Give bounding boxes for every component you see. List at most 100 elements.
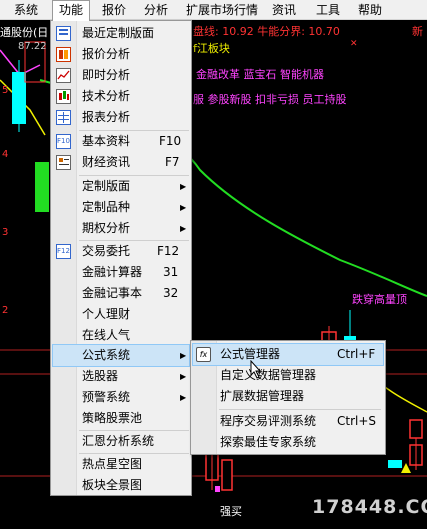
candle-cyan — [388, 460, 402, 468]
menu-item-label: 程序交易评测系统 — [220, 414, 317, 428]
fx-icon: fx — [196, 347, 211, 362]
menu-item-label: 探索最佳专家系统 — [220, 435, 317, 449]
menu-item-huien-analysis[interactable]: 汇恩分析系统 — [53, 431, 189, 452]
menu-item-finance-calculator[interactable]: 金融计算器 31 — [53, 262, 189, 283]
menu-item-realtime-analysis[interactable]: 即时分析 — [53, 65, 189, 86]
mouse-cursor-icon — [250, 360, 262, 379]
menu-item-shortcut: F7 — [165, 155, 180, 169]
menu-item-label: 报表分析 — [82, 110, 131, 124]
menu-item-technical-analysis[interactable]: 技术分析 — [53, 86, 189, 107]
menu-item-quote-analysis[interactable]: 报价分析 — [53, 44, 189, 65]
menu-item-label: 报价分析 — [82, 47, 131, 61]
menu-help[interactable]: 帮助 — [358, 0, 382, 20]
axis-tick-label: 4 — [2, 149, 9, 160]
sector-label: f江板块 — [193, 42, 230, 55]
menu-system[interactable]: 系统 — [14, 0, 38, 20]
close-icon[interactable]: ✕ — [350, 38, 358, 51]
menu-item-label: 基本资料 — [82, 134, 131, 148]
menu-info[interactable]: 资讯 — [272, 0, 296, 20]
menu-analysis[interactable]: 分析 — [144, 0, 168, 20]
menu-item-label: 财经资讯 — [82, 155, 131, 169]
side-mark: 新 — [412, 25, 423, 38]
menu-item-shortcut: F10 — [159, 134, 182, 148]
submenu-arrow-icon: ▶ — [180, 351, 187, 360]
f10-icon: F10 — [56, 134, 71, 149]
menu-item-alert-system[interactable]: 预警系统 ▶ — [53, 387, 189, 408]
menu-item-formula-manager[interactable]: fx 公式管理器 Ctrl+F — [192, 343, 384, 366]
menu-item-label: 即时分析 — [82, 68, 131, 82]
menu-item-shortcut: 31 — [163, 265, 179, 279]
axis-tick-label: 2 — [2, 305, 9, 316]
menu-item-online-popularity[interactable]: 在线人气 — [53, 325, 189, 346]
menu-item-extended-data-manager[interactable]: 扩展数据管理器 — [193, 386, 383, 407]
menu-bar: 系统 功能 报价 分析 扩展市场行情 资讯 工具 帮助 — [0, 0, 427, 21]
menu-item-stock-picker[interactable]: 选股器 ▶ — [53, 366, 189, 387]
price-label: 87.22 — [18, 41, 47, 52]
menu-item-shortcut: F12 — [157, 244, 180, 258]
watermark: 178448.COM — [312, 496, 427, 518]
menu-item-label: 板块全景图 — [82, 478, 143, 492]
menu-function[interactable]: 功能 — [52, 0, 91, 21]
menu-item-label: 定制版面 — [82, 179, 131, 193]
submenu-arrow-icon: ▶ — [180, 224, 187, 233]
menu-item-basic-info[interactable]: F10 基本资料 F10 — [53, 131, 189, 152]
menu-item-label: 热点星空图 — [82, 457, 143, 471]
f12-icon: F12 — [56, 244, 71, 259]
candlestick-icon — [56, 89, 71, 104]
menu-item-label: 在线人气 — [82, 328, 131, 342]
concept-tags: 金融改革 蓝宝石 智能机器 — [196, 68, 324, 81]
info-line: 盘线: 10.92 牛能分界: 10.70 — [193, 25, 340, 38]
menu-item-finance-news[interactable]: 财经资讯 F7 — [53, 152, 189, 173]
menu-item-label: 技术分析 — [82, 89, 131, 103]
menu-item-shortcut: Ctrl+S — [337, 414, 377, 428]
menu-item-personal-finance[interactable]: 个人理财 — [53, 304, 189, 325]
menu-item-finance-notebook[interactable]: 金融记事本 32 — [53, 283, 189, 304]
realtime-line-icon — [56, 68, 71, 83]
menu-item-strategy-pool[interactable]: 策略股票池 — [53, 408, 189, 429]
axis-tick-label: 5 — [2, 85, 9, 96]
menu-item-sector-panorama[interactable]: 板块全景图 — [53, 475, 189, 496]
menu-item-label: 交易委托 — [82, 244, 131, 258]
menu-item-shortcut: 32 — [163, 286, 179, 300]
menu-item-expert-system[interactable]: 探索最佳专家系统 — [193, 432, 383, 453]
submenu-arrow-icon: ▶ — [180, 203, 187, 212]
menu-item-label: 定制品种 — [82, 200, 131, 214]
buy-label: 强买 — [220, 505, 242, 518]
menu-item-report-analysis[interactable]: 报表分析 — [53, 107, 189, 128]
submenu-arrow-icon: ▶ — [180, 182, 187, 191]
stock-title: 通股份(日 — [0, 26, 49, 39]
menu-item-label: 最近定制版面 — [82, 26, 155, 40]
menu-item-recent-layout[interactable]: 最近定制版面 — [53, 23, 189, 44]
axis-tick-label: 3 — [2, 227, 9, 238]
menu-tools[interactable]: 工具 — [316, 0, 340, 20]
news-icon — [56, 155, 71, 170]
report-table-icon — [56, 110, 71, 125]
ma-magenta-line — [0, 49, 41, 76]
menu-item-trade-order[interactable]: F12 交易委托 F12 — [53, 241, 189, 262]
menu-item-hotspot-map[interactable]: 热点星空图 — [53, 454, 189, 475]
concept-tags-2: 服 参股新股 扣非亏损 员工持股 — [193, 93, 347, 106]
menu-item-program-trade-eval[interactable]: 程序交易评测系统 Ctrl+S — [193, 411, 383, 432]
menu-item-custom-data-manager[interactable]: 自定义数据管理器 — [193, 365, 383, 386]
menu-item-formula-system[interactable]: 公式系统 ▶ — [52, 344, 190, 367]
menu-item-label: 扩展数据管理器 — [220, 389, 305, 403]
menu-item-label: 选股器 — [82, 369, 119, 383]
menu-item-label: 金融计算器 — [82, 265, 143, 279]
menu-item-label: 汇恩分析系统 — [82, 434, 155, 448]
menu-item-custom-layout[interactable]: 定制版面 ▶ — [53, 176, 189, 197]
menu-item-custom-variety[interactable]: 定制品种 ▶ — [53, 197, 189, 218]
signal-label: 跌穿高量顶 — [352, 293, 407, 306]
candle-hollow — [409, 419, 423, 439]
menu-extended-market[interactable]: 扩展市场行情 — [186, 0, 258, 20]
menu-item-label: 个人理财 — [82, 307, 131, 321]
menu-item-option-analysis[interactable]: 期权分析 ▶ — [53, 218, 189, 239]
submenu-arrow-icon: ▶ — [180, 372, 187, 381]
menu-separator — [219, 409, 381, 410]
function-menu: 最近定制版面 报价分析 即时分析 技术分析 报表分析 F10 基本资料 F10 … — [50, 20, 192, 496]
signal-marker — [215, 486, 220, 492]
menu-quote[interactable]: 报价 — [102, 0, 126, 20]
menu-item-label: 策略股票池 — [82, 411, 143, 425]
menu-item-label: 金融记事本 — [82, 286, 143, 300]
quote-grid-icon — [56, 47, 71, 62]
candle-green — [35, 162, 49, 212]
